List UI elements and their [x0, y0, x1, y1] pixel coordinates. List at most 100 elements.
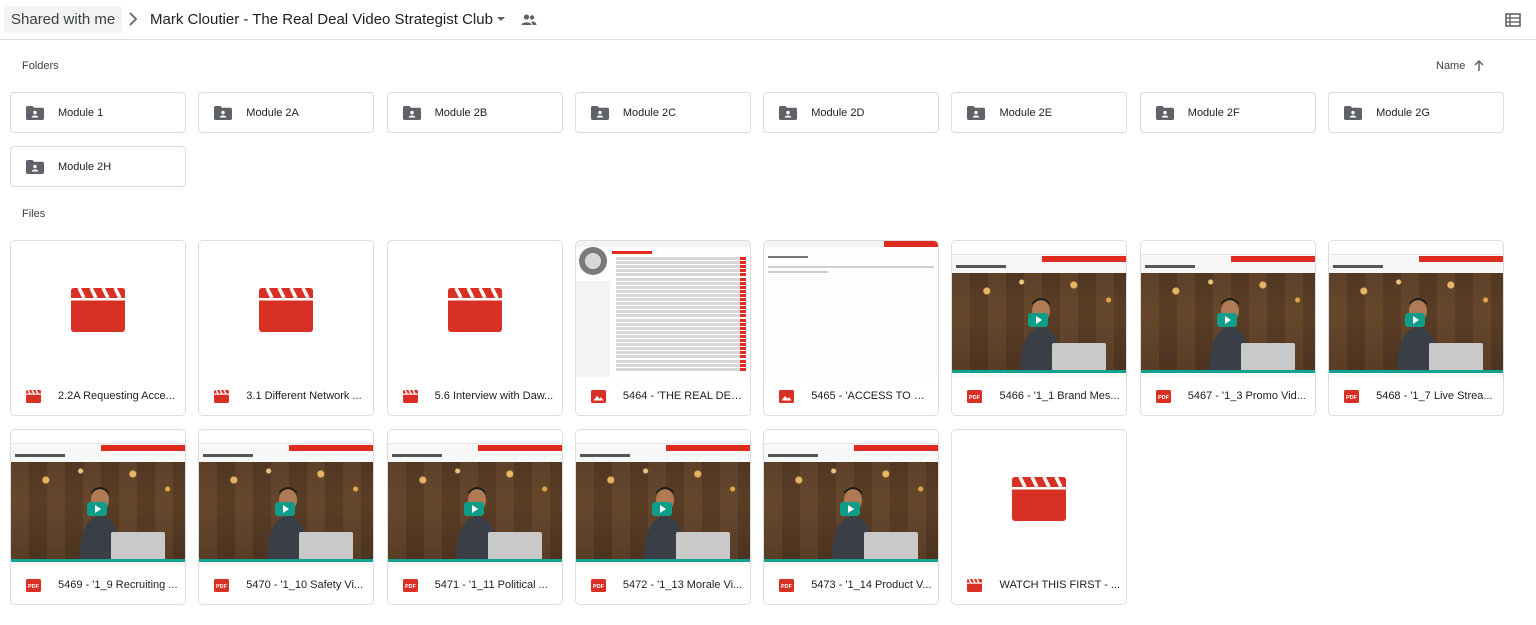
folder-card[interactable]: Module 2A [198, 92, 375, 133]
folder-card[interactable]: Module 2D [763, 92, 940, 133]
file-footer: PDF 5472 - '1_13 Morale Vi... [575, 566, 750, 604]
shared-folder-icon [1344, 105, 1363, 120]
file-card[interactable]: 3.1 Different Network ... [198, 240, 375, 416]
video-file-icon [402, 389, 418, 403]
pdf-icon: PDF [214, 578, 230, 592]
pdf-icon: PDF [1344, 389, 1360, 403]
file-card[interactable]: PDF 5466 - '1_1 Brand Mes... [951, 240, 1128, 416]
laptop-shape [1240, 343, 1295, 373]
file-footer: PDF 5469 - '1_9 Recruiting ... [11, 566, 185, 604]
doc-row-marker [739, 289, 746, 293]
image-file-icon [590, 389, 606, 403]
file-card[interactable]: 5465 - 'ACCESS TO OU... [763, 240, 940, 416]
folder-name: Module 2B [434, 106, 488, 119]
pdf-icon: PDF [402, 578, 418, 592]
folders-heading: Folders [22, 60, 59, 72]
doc-row [615, 269, 746, 273]
file-thumbnail [387, 241, 562, 377]
breadcrumb-current-folder[interactable]: Mark Cloutier - The Real Deal Video Stra… [150, 10, 493, 30]
folder-card[interactable]: Module 2G [1328, 92, 1505, 133]
image-file-icon [779, 389, 795, 403]
doc-row-marker [739, 318, 746, 322]
folder-card[interactable]: Module 2F [1139, 92, 1316, 133]
sort-by-name[interactable]: Name [1436, 60, 1485, 72]
file-card[interactable]: PDF 5467 - '1_3 Promo Vid... [1139, 240, 1316, 416]
file-card[interactable]: WATCH THIS FIRST - ... [951, 429, 1128, 605]
file-card[interactable]: PDF 5468 - '1_7 Live Strea... [1328, 240, 1505, 416]
folder-card[interactable]: Module 2B [386, 92, 563, 133]
file-footer: PDF 5466 - '1_1 Brand Mes... [952, 377, 1127, 415]
file-card[interactable]: PDF 5473 - '1_14 Product V... [763, 429, 940, 605]
file-thumbnail [11, 241, 185, 377]
doc-row-marker [739, 310, 746, 314]
doc-row-marker [739, 322, 746, 326]
folder-name: Module 2D [811, 106, 865, 119]
play-icon [1405, 313, 1426, 327]
svg-text:PDF: PDF [216, 584, 228, 590]
folder-card[interactable]: Module 2H [10, 146, 186, 187]
video-frame [575, 462, 750, 562]
page-header [199, 430, 374, 444]
file-name: 5472 - '1_13 Morale Vi... [622, 579, 743, 591]
arrow-up-icon [1474, 60, 1484, 71]
file-card[interactable]: PDF 5470 - '1_10 Safety Vi... [198, 429, 375, 605]
svg-text:PDF: PDF [593, 584, 605, 590]
doc-row-marker [739, 269, 746, 273]
chevron-right-icon [129, 12, 138, 26]
breadcrumb-shared-with-me[interactable]: Shared with me [4, 6, 123, 33]
play-icon [1028, 313, 1049, 327]
page-header [575, 430, 750, 444]
shared-folder-icon [1155, 105, 1174, 120]
file-name: 5468 - '1_7 Live Strea... [1376, 390, 1493, 402]
video-file-icon [967, 578, 983, 592]
file-name: 5473 - '1_14 Product V... [811, 579, 932, 591]
folder-name: Module 2A [246, 106, 299, 119]
page-red-banner [665, 445, 750, 451]
file-card[interactable]: PDF 5472 - '1_13 Morale Vi... [574, 429, 751, 605]
page-title-line [1333, 265, 1384, 268]
shared-folder-icon [26, 105, 44, 120]
file-card[interactable]: PDF 5469 - '1_9 Recruiting ... [10, 429, 186, 605]
file-footer: PDF 5473 - '1_14 Product V... [764, 566, 939, 604]
doc-row [615, 302, 746, 306]
file-footer: WATCH THIS FIRST - ... [952, 566, 1127, 604]
play-icon [651, 502, 672, 516]
doc-row [615, 281, 746, 285]
doc-sidebar [575, 281, 610, 377]
folder-grid: Module 1 Module 2A Module 2B Module 2C Modul… [10, 92, 1510, 187]
video-progress-bar [387, 559, 562, 562]
list-view-icon[interactable] [1505, 12, 1521, 28]
doc-row-marker [739, 334, 746, 338]
file-thumbnail [11, 430, 185, 566]
doc-row [615, 310, 746, 314]
video-frame [764, 462, 939, 562]
logo-image [578, 247, 607, 275]
file-card[interactable]: 5464 - 'THE REAL DEA... [574, 240, 751, 416]
folder-name: Module 2E [999, 106, 1053, 119]
doc-row-marker [739, 314, 746, 318]
file-footer: 5465 - 'ACCESS TO OU... [764, 377, 939, 415]
file-thumbnail [764, 241, 939, 377]
file-card[interactable]: 5.6 Interview with Daw... [386, 240, 563, 416]
shared-folder-icon [779, 105, 798, 120]
file-footer: 2.2A Requesting Acce... [11, 377, 185, 415]
folder-card[interactable]: Module 1 [10, 92, 186, 133]
doc-row-marker [739, 265, 746, 269]
play-icon [840, 502, 861, 516]
page-red-banner [101, 445, 185, 451]
doc-heading-line [768, 256, 809, 258]
doc-row [615, 326, 746, 330]
caret-down-icon[interactable] [496, 14, 506, 24]
doc-row-marker [739, 257, 746, 260]
doc-row [615, 355, 746, 359]
file-card[interactable]: 2.2A Requesting Acce... [10, 240, 186, 416]
video-progress-bar [575, 559, 750, 562]
people-icon[interactable] [520, 11, 538, 29]
folder-name: Module 2F [1187, 106, 1240, 119]
folder-card[interactable]: Module 2E [951, 92, 1128, 133]
laptop-shape [675, 532, 730, 562]
doc-row-marker [739, 277, 746, 281]
doc-row-marker [739, 367, 746, 371]
file-card[interactable]: PDF 5471 - '1_11 Political ... [386, 429, 563, 605]
folder-card[interactable]: Module 2C [574, 92, 751, 133]
